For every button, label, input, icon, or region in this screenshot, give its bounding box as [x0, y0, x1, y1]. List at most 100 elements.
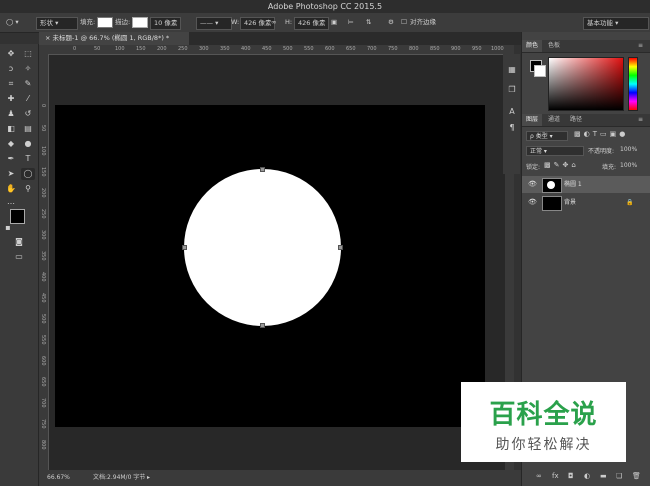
anchor-point[interactable] — [260, 323, 265, 328]
tab-layers[interactable]: 图层 — [522, 114, 543, 126]
color-picker-field[interactable] — [548, 57, 624, 111]
type-tool-icon[interactable]: T — [21, 153, 35, 165]
lock-label: 锁定: — [526, 164, 541, 171]
ruler-tick: 100 — [115, 46, 125, 52]
paragraph-panel-icon[interactable]: ¶ — [505, 122, 519, 134]
link-layers-icon[interactable]: ∞ — [536, 472, 542, 480]
path-selection-tool-icon[interactable]: ➤ — [4, 168, 18, 180]
layer-mask-icon[interactable]: ◘ — [568, 472, 574, 480]
adjustment-layer-icon[interactable]: ◐ — [584, 472, 590, 480]
zoom-tool-icon[interactable]: ⚲ — [21, 183, 35, 195]
healing-brush-tool-icon[interactable]: ✚ — [4, 93, 18, 105]
brush-tool-icon[interactable]: ⁄ — [21, 93, 35, 105]
ruler-tick: 750 — [40, 419, 46, 429]
ruler-tick: 400 — [241, 46, 251, 52]
magic-wand-tool-icon[interactable]: ✧ — [21, 63, 35, 75]
new-layer-icon[interactable]: ❏ — [616, 472, 622, 480]
new-group-icon[interactable]: ▬ — [600, 472, 607, 480]
eye-icon[interactable]: 👁 — [528, 176, 537, 193]
layer-thumbnail — [542, 196, 562, 211]
ruler-tick: 600 — [325, 46, 335, 52]
anchor-point[interactable] — [260, 167, 265, 172]
fill-label: 填充: — [80, 18, 96, 26]
stroke-label: 描边: — [115, 18, 131, 26]
ellipse-tool-icon[interactable]: ◯ — [21, 168, 35, 180]
opacity-value[interactable]: 100% — [620, 146, 637, 153]
ruler-tick: 250 — [178, 46, 188, 52]
tab-color[interactable]: 颜色 — [522, 40, 543, 52]
default-colors-icon[interactable]: ▪ — [4, 222, 12, 234]
tab-channels[interactable]: 通道 — [544, 114, 564, 126]
eyedropper-tool-icon[interactable]: ✎ — [21, 78, 35, 90]
ruler-tick: 1000 — [491, 46, 504, 52]
fill-swatch[interactable] — [97, 17, 113, 28]
path-operations-icon[interactable]: ▣ — [331, 17, 337, 28]
app-title: Adobe Photoshop CC 2015.5 — [267, 2, 383, 11]
stroke-swatch[interactable] — [132, 17, 148, 28]
history-brush-tool-icon[interactable]: ↺ — [21, 108, 35, 120]
more-tools-icon[interactable]: … — [4, 196, 18, 208]
tab-swatches[interactable]: 色板 — [544, 40, 564, 52]
panel-menu-icon[interactable]: ≡ — [634, 114, 647, 126]
history-panel-icon[interactable]: ▦ — [505, 64, 519, 76]
lock-icons[interactable]: ▩✎✥⌂ — [544, 161, 579, 169]
layer-name: 椭圆 1 — [564, 181, 582, 188]
ruler-tick: 550 — [304, 46, 314, 52]
fill-value[interactable]: 100% — [620, 162, 637, 169]
pen-tool-icon[interactable]: ✒ — [4, 153, 18, 165]
layer-filter-icons[interactable]: ▩◐T▭▣● — [574, 130, 628, 138]
stroke-width-field[interactable]: 10 像素 — [150, 17, 182, 30]
horizontal-ruler: 0 50 100 150 200 250 300 350 400 450 500… — [39, 45, 505, 55]
screen-mode-icon[interactable]: ▭ — [12, 251, 26, 263]
background-color-swatch[interactable] — [534, 65, 546, 77]
gear-icon[interactable]: ⚙ — [388, 17, 394, 28]
path-alignment-icon[interactable]: ⊨ — [348, 17, 354, 28]
ruler-tick: 350 — [40, 251, 46, 261]
quick-mask-icon[interactable]: ◙ — [12, 236, 26, 248]
blend-mode-select[interactable]: 正常 ▾ — [526, 146, 584, 156]
blur-tool-icon[interactable]: ◆ — [4, 138, 18, 150]
hue-slider[interactable] — [628, 57, 638, 111]
eraser-tool-icon[interactable]: ◧ — [4, 123, 18, 135]
toolbox: ✥ ⬚ ↄ ✧ ⌗ ✎ ✚ ⁄ ♟ ↺ ◧ ▤ ◆ ● ✒ T ➤ ◯ ✋ ⚲ … — [0, 44, 39, 486]
move-tool-icon[interactable]: ✥ — [4, 48, 18, 60]
crop-tool-icon[interactable]: ⌗ — [4, 78, 18, 90]
status-bar: 66.67% 文档:2.94M/0 字节 ▸ — [39, 470, 521, 486]
tool-mode-select[interactable]: 形状 ▾ — [36, 17, 78, 30]
workspace-select[interactable]: 基本功能 ▾ — [583, 17, 649, 30]
ruler-tick: 50 — [40, 125, 46, 132]
info-menu-icon[interactable]: ▸ — [147, 470, 150, 486]
gradient-tool-icon[interactable]: ▤ — [21, 123, 35, 135]
document-tab[interactable]: × 未标题-1 @ 66.7% (椭圆 1, RGB/8*) * — [39, 32, 189, 45]
w-label: W: — [231, 18, 240, 26]
dodge-tool-icon[interactable]: ● — [21, 138, 35, 150]
ellipse-tool-preset-icon[interactable]: ◯ ▾ — [6, 17, 19, 28]
align-edges-checkbox[interactable]: ☐ — [401, 17, 407, 28]
link-icon[interactable]: ∞ — [271, 17, 276, 28]
panel-menu-icon[interactable]: ≡ — [634, 40, 647, 52]
layer-kind-filter[interactable]: ρ 类型 ▾ — [526, 131, 568, 141]
layer-row[interactable]: 👁 背景 🔒 — [522, 194, 650, 211]
foreground-color-swatch[interactable] — [10, 209, 25, 224]
layers-panel-tabs: 图层 通道 路径 ≡ — [522, 114, 650, 127]
zoom-level[interactable]: 66.67% — [47, 470, 70, 486]
anchor-point[interactable] — [182, 245, 187, 250]
anchor-point[interactable] — [338, 245, 343, 250]
layer-style-icon[interactable]: fx — [552, 472, 559, 480]
close-icon[interactable]: × — [45, 34, 50, 42]
lasso-tool-icon[interactable]: ↄ — [4, 63, 18, 75]
height-field[interactable]: 426 像素 — [294, 17, 330, 30]
character-panel-icon[interactable]: A — [505, 106, 519, 118]
ruler-tick: 700 — [40, 398, 46, 408]
marquee-tool-icon[interactable]: ⬚ — [21, 48, 35, 60]
layer-row[interactable]: 👁 椭圆 1 — [522, 176, 650, 193]
path-arrangement-icon[interactable]: ⇅ — [366, 17, 371, 28]
clone-stamp-tool-icon[interactable]: ♟ — [4, 108, 18, 120]
hand-tool-icon[interactable]: ✋ — [4, 183, 18, 195]
stroke-type-select[interactable]: —— ▾ — [196, 17, 232, 30]
ellipse-shape[interactable] — [184, 169, 341, 326]
tab-paths[interactable]: 路径 — [566, 114, 586, 126]
eye-icon[interactable]: 👁 — [528, 194, 537, 211]
delete-layer-icon[interactable]: 🗑 — [632, 472, 641, 480]
properties-panel-icon[interactable]: ❐ — [505, 84, 519, 96]
